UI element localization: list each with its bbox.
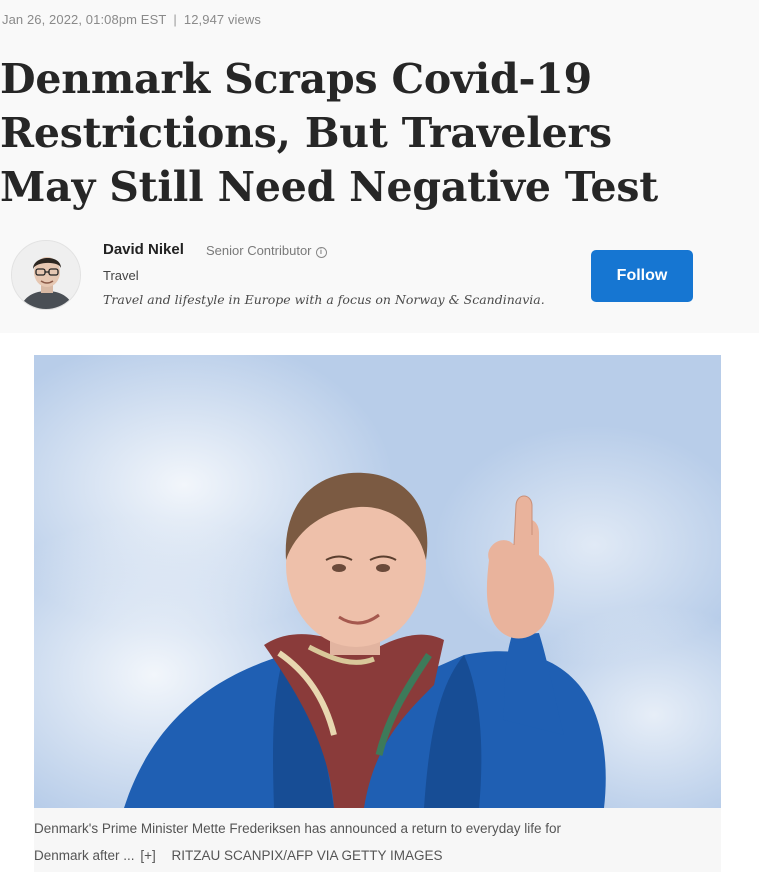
article-photo <box>34 355 721 808</box>
publish-date: Jan 26, 2022, 01:08pm EST <box>2 12 167 27</box>
author-section-link[interactable]: Travel <box>103 268 139 283</box>
follow-button[interactable]: Follow <box>591 250 693 302</box>
article-headline: Denmark Scraps Covid-19 Restrictions, Bu… <box>0 52 740 214</box>
photo-caption: Denmark's Prime Minister Mette Frederiks… <box>34 808 721 872</box>
author-block: David Nikel Senior Contributor i Travel T… <box>0 236 759 326</box>
author-role-label: Senior Contributor <box>206 243 312 258</box>
headline-line: Denmark Scraps Covid-19 <box>0 55 592 103</box>
info-circle-icon[interactable]: i <box>315 247 327 258</box>
photo-credit: RITZAU SCANPIX/AFP VIA GETTY IMAGES <box>171 848 443 863</box>
headline-line: Restrictions, But Travelers <box>0 109 612 157</box>
author-portrait-icon <box>12 241 80 309</box>
article-meta: Jan 26, 2022, 01:08pm EST | 12,947 views <box>2 12 261 27</box>
caption-text: Denmark after ... <box>34 848 135 863</box>
headline-line: May Still Need Negative Test <box>0 163 658 211</box>
caption-text: Denmark's Prime Minister Mette Frederiks… <box>34 821 562 836</box>
meta-separator: | <box>173 12 177 27</box>
expand-caption-button[interactable]: [+] <box>140 848 155 863</box>
author-bio: Travel and lifestyle in Europe with a fo… <box>103 292 545 307</box>
author-role: Senior Contributor i <box>206 243 327 258</box>
view-count: 12,947 views <box>183 12 261 27</box>
author-avatar[interactable] <box>11 240 81 310</box>
prime-minister-photo-illustration <box>34 355 721 808</box>
author-name-link[interactable]: David Nikel <box>103 241 184 258</box>
